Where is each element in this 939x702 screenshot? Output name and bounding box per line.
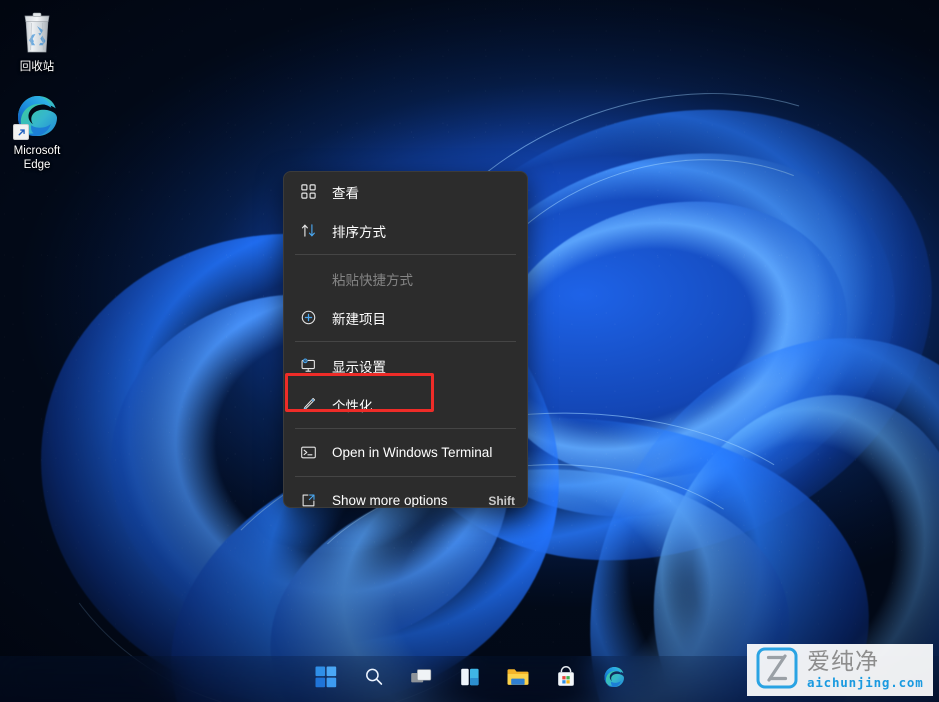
context-menu-item-label: 个性化 [332,398,373,414]
context-menu-item-personalize[interactable]: 个性化 [284,385,527,424]
more-options-icon [298,491,318,508]
context-menu-item-label: 查看 [332,185,359,201]
paste-shortcut-icon-placeholder [298,269,318,289]
search-icon [363,666,385,693]
context-menu-item-new-item[interactable]: 新建项目 [284,298,527,337]
context-menu-item-label: Open in Windows Terminal [332,445,493,460]
context-menu-item-view[interactable]: 查看 [284,172,527,211]
context-menu-item-accelerator: Shift [488,493,515,508]
monitor-icon [298,356,318,376]
watermark: 爱纯净 aichunjing.com [747,644,933,696]
desktop-icon-label: Microsoft Edge [13,145,61,171]
context-menu-item-label: 粘贴快捷方式 [332,272,413,288]
context-menu-separator [295,341,516,342]
sort-arrows-icon [298,221,318,241]
context-menu-item-paste-shortcut[interactable]: 粘贴快捷方式 [284,259,527,298]
desktop[interactable]: 回收站 Microsoft Edge 查看 排序方式 粘贴快捷方式 新建项目 显… [0,0,939,702]
aichunjing-logo-icon [755,646,799,695]
desktop-icon-recycle-bin[interactable]: 回收站 [0,8,74,74]
context-menu-item-show-more-options[interactable]: Show more options Shift [284,481,527,508]
shortcut-arrow-icon [13,124,29,140]
context-menu-item-label: Show more options [332,493,448,508]
context-menu-item-label: 显示设置 [332,359,386,375]
edge-icon [13,92,61,140]
context-menu-separator [295,476,516,477]
context-menu-separator [295,428,516,429]
desktop-icon-microsoft-edge[interactable]: Microsoft Edge [0,92,74,172]
context-menu-item-label: 新建项目 [332,311,386,327]
context-menu-item-open-in-windows-terminal[interactable]: Open in Windows Terminal [284,433,527,472]
recycle-bin-icon [13,8,61,56]
store-bag-icon [555,665,577,693]
context-menu-item-label: 排序方式 [332,224,386,240]
context-menu-separator [295,254,516,255]
edge-icon [602,665,626,694]
windows-logo-icon [315,666,337,693]
taskbar-button-edge[interactable] [597,662,631,696]
desktop-context-menu[interactable]: 查看 排序方式 粘贴快捷方式 新建项目 显示设置 个性化 Open in Win… [283,171,528,508]
taskbar-button-search[interactable] [357,662,391,696]
task-view-icon [410,666,434,693]
brush-icon [298,395,318,415]
desktop-icon-label: 回收站 [19,61,55,73]
context-menu-item-sort-by[interactable]: 排序方式 [284,211,527,250]
taskbar-button-microsoft-store[interactable] [549,662,583,696]
taskbar-button-file-explorer[interactable] [501,662,535,696]
taskbar-button-widgets[interactable] [453,662,487,696]
watermark-brand-url: aichunjing.com [807,674,924,690]
taskbar-button-start[interactable] [309,662,343,696]
folder-icon [506,666,530,693]
widgets-icon [459,666,481,693]
watermark-brand-cn: 爱纯净 [807,648,879,675]
view-grid-icon [298,182,318,202]
context-menu-item-display-settings[interactable]: 显示设置 [284,346,527,385]
terminal-icon [298,443,318,463]
taskbar-button-task-view[interactable] [405,662,439,696]
plus-circle-icon [298,308,318,328]
